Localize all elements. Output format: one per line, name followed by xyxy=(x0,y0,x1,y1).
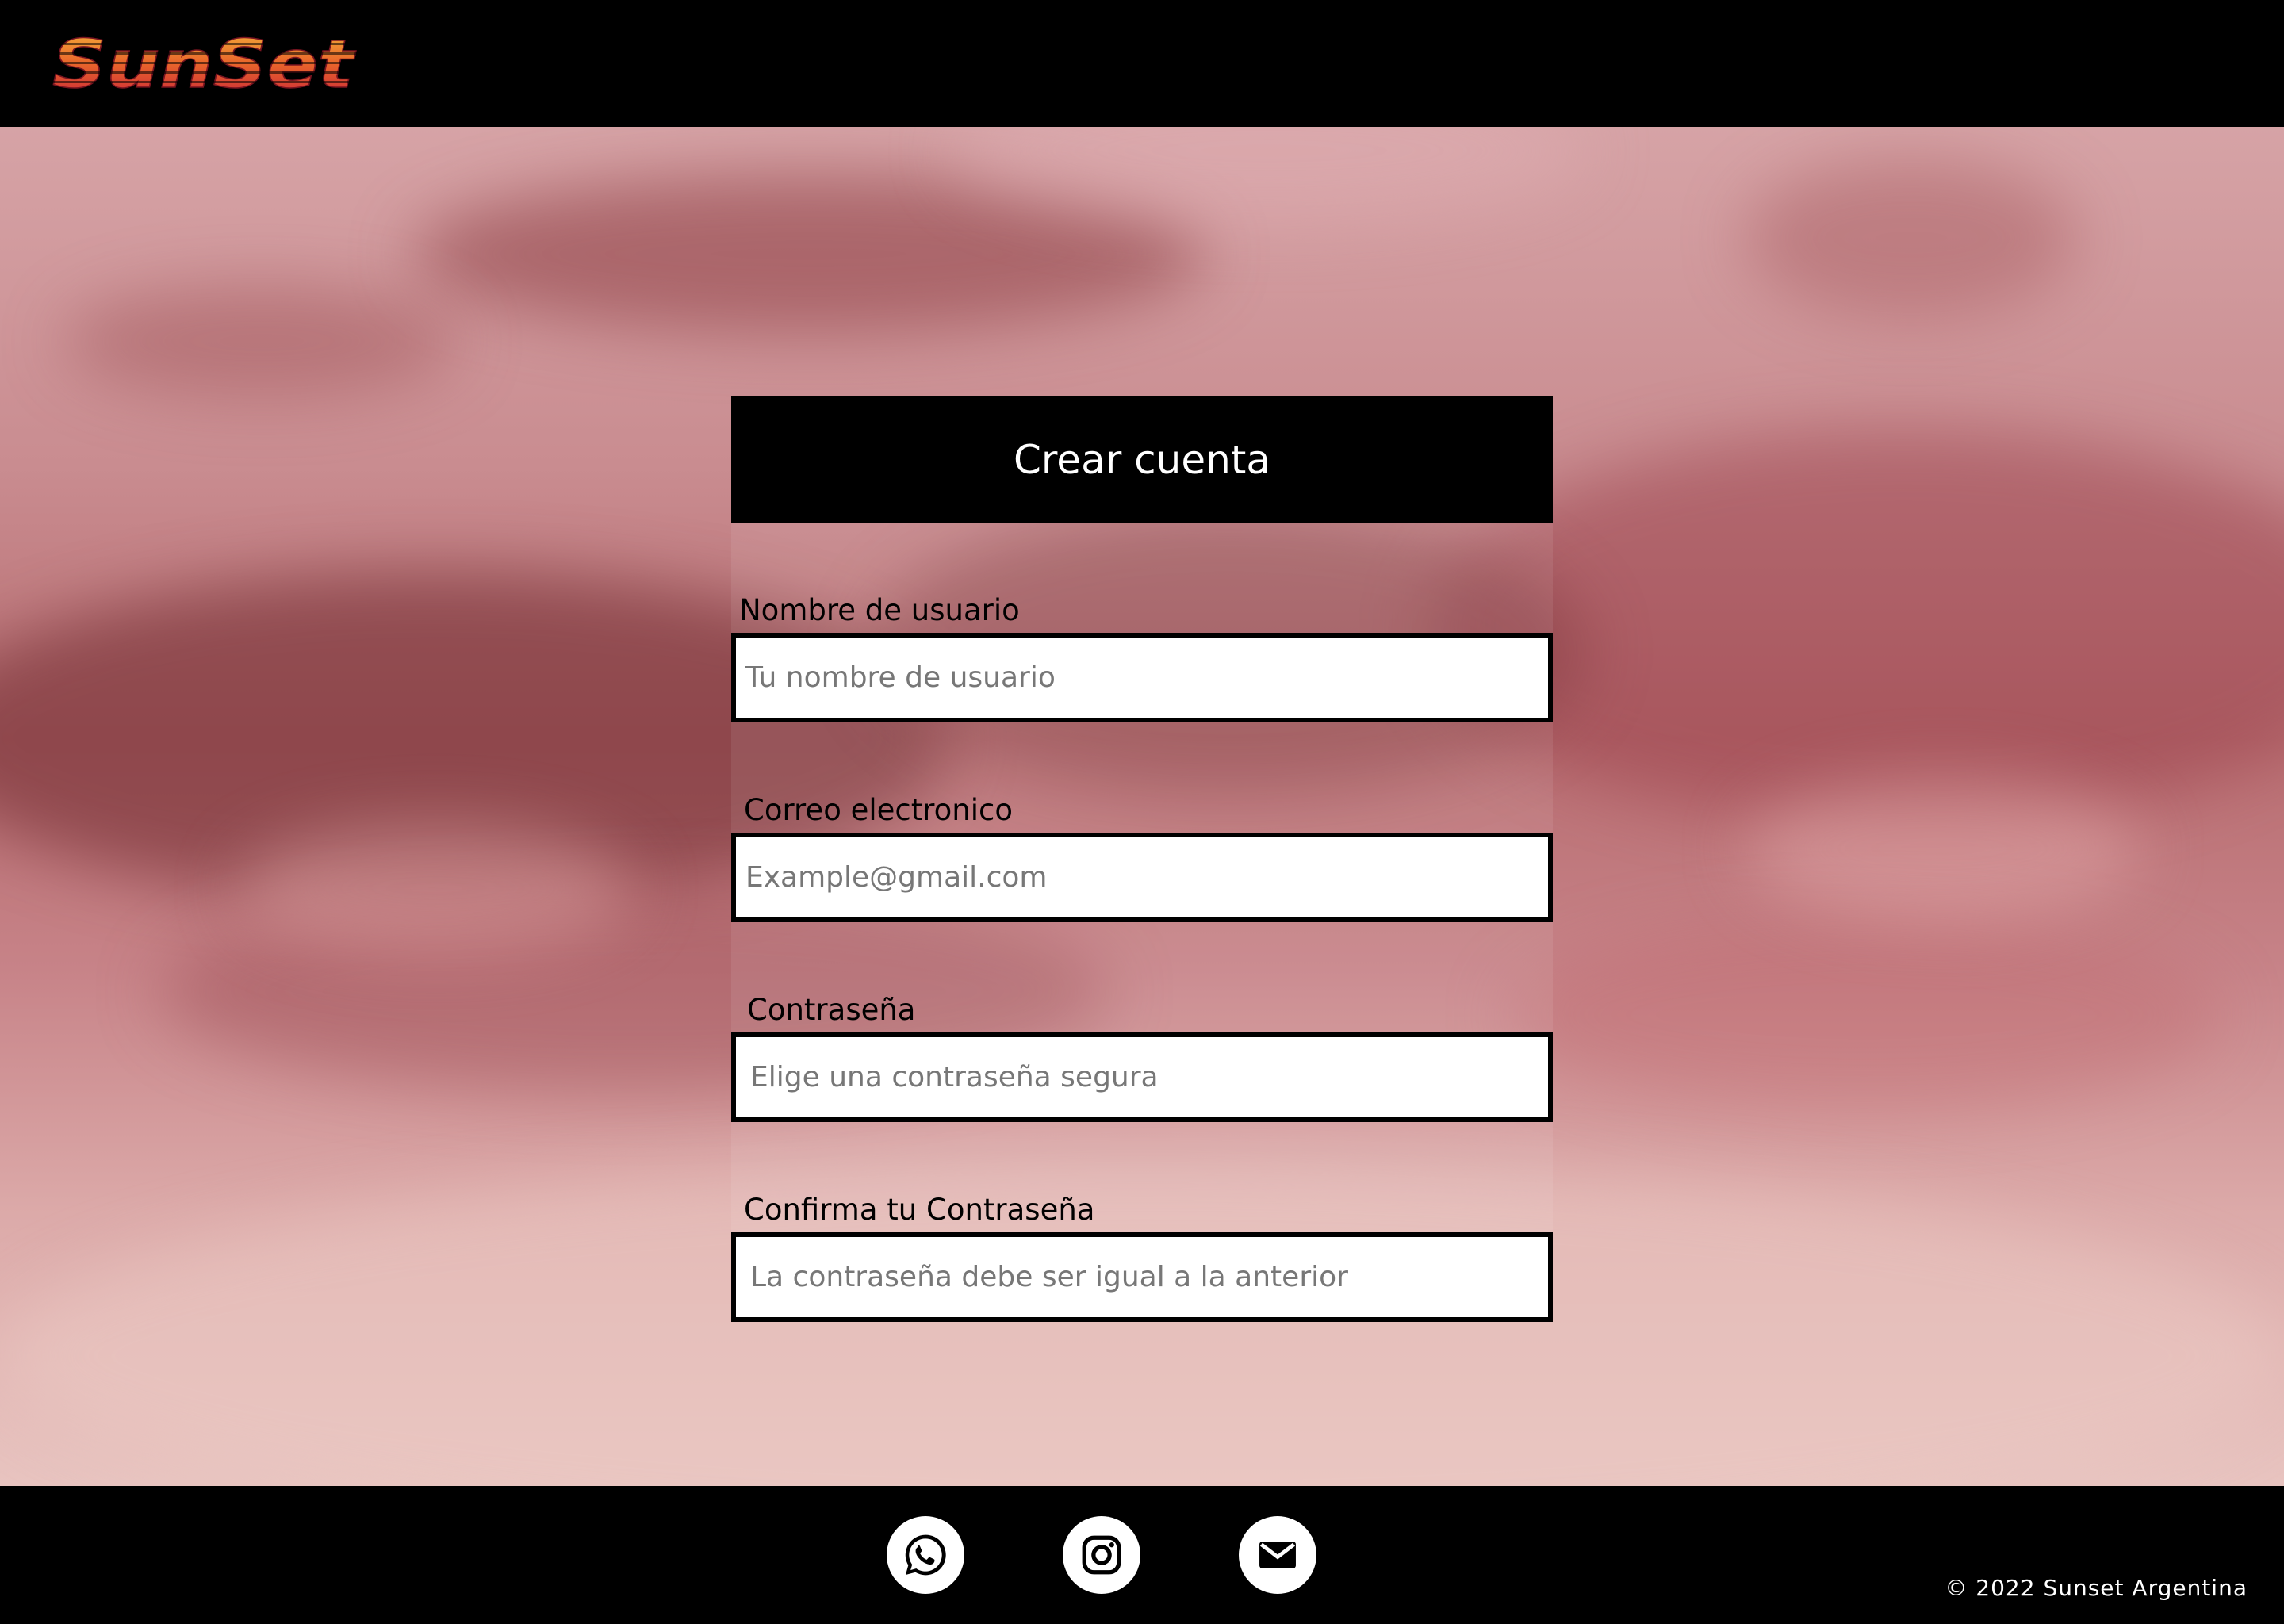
password-input[interactable] xyxy=(731,1032,1553,1122)
signup-form: Crear cuenta Nombre de usuario Correo el… xyxy=(731,396,1553,1322)
instagram-link[interactable] xyxy=(1063,1516,1140,1594)
form-header: Crear cuenta xyxy=(731,396,1553,523)
username-label: Nombre de usuario xyxy=(739,593,1020,627)
mail-icon xyxy=(1259,1542,1296,1568)
copyright-text: © 2022 Sunset Argentina xyxy=(1945,1575,2248,1601)
email-label: Correo electronico xyxy=(744,793,1013,827)
confirm-password-label: Confirma tu Contraseña xyxy=(744,1193,1095,1227)
instagram-icon xyxy=(1082,1535,1121,1575)
email-input[interactable] xyxy=(731,833,1553,922)
sunset-logo[interactable]: SunSet xyxy=(49,25,358,101)
form-title: Crear cuenta xyxy=(1013,436,1271,483)
confirm-password-input[interactable] xyxy=(731,1232,1553,1322)
username-input[interactable] xyxy=(731,633,1553,722)
site-header: SunSet xyxy=(0,0,2284,127)
whatsapp-icon xyxy=(905,1534,946,1576)
mail-link[interactable] xyxy=(1239,1516,1316,1594)
whatsapp-link[interactable] xyxy=(887,1516,964,1594)
password-label: Contraseña xyxy=(747,993,916,1027)
site-footer: © 2022 Sunset Argentina xyxy=(0,1486,2284,1624)
